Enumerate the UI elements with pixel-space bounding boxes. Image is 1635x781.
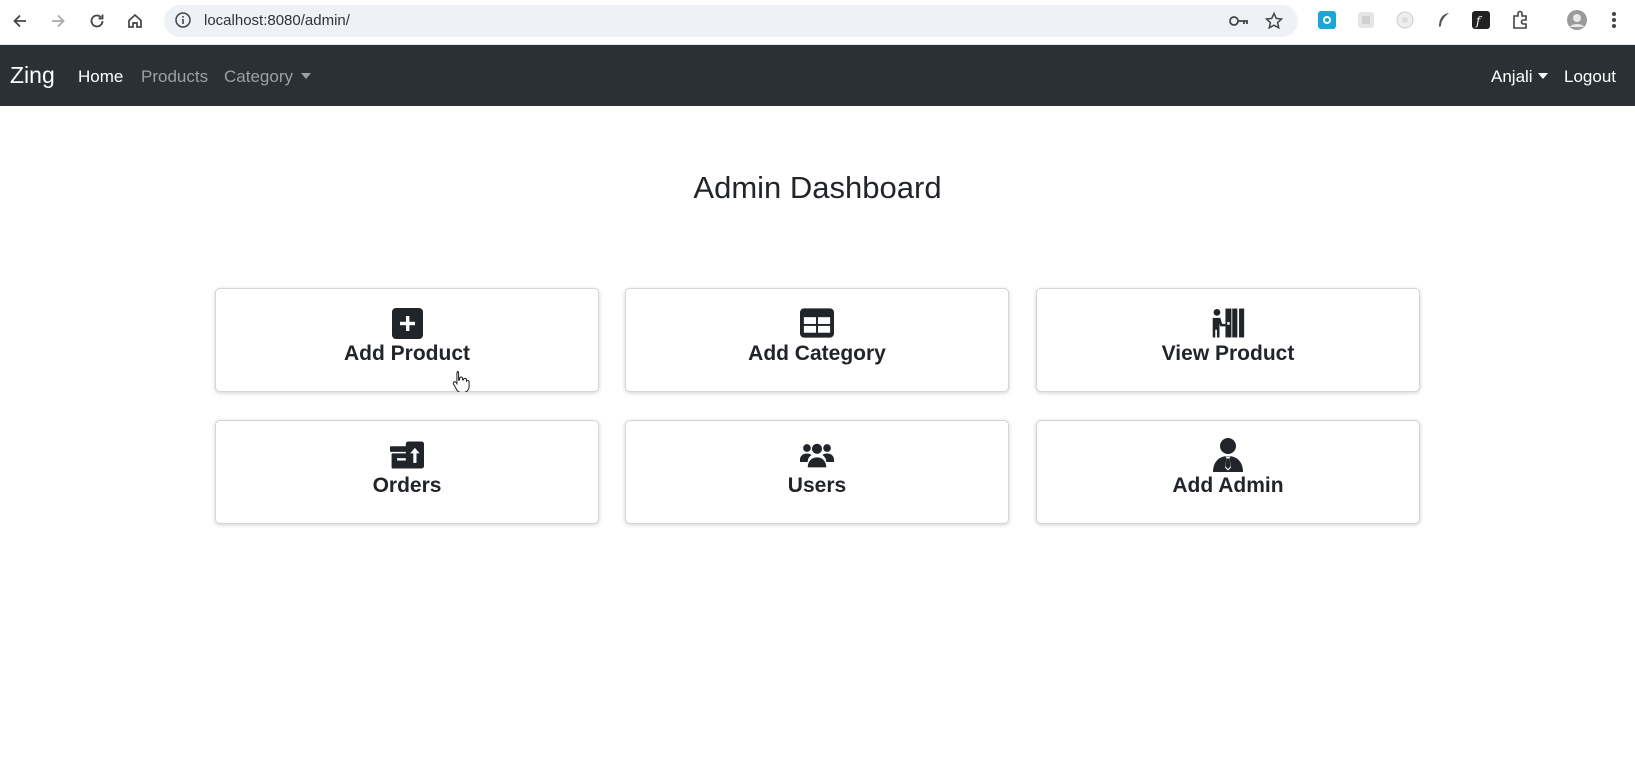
users-card[interactable]: Users: [625, 420, 1009, 524]
hand-cursor-icon: [452, 370, 470, 397]
archive-box-icon: [390, 439, 424, 471]
view-product-card[interactable]: View Product: [1036, 288, 1420, 392]
extensions-puzzle-icon[interactable]: [1509, 9, 1531, 31]
card-label: Orders: [372, 474, 442, 497]
reload-icon[interactable]: [83, 7, 111, 35]
address-bar[interactable]: localhost:8080/admin/: [164, 5, 1298, 37]
nav-category-dropdown[interactable]: Category: [224, 67, 311, 87]
person-shelf-icon: [1211, 307, 1245, 339]
password-key-icon[interactable]: [1228, 11, 1250, 36]
chevron-down-icon: [1537, 73, 1548, 79]
browser-toolbar: localhost:8080/admin/ f: [0, 0, 1635, 45]
users-group-icon: [800, 439, 834, 471]
user-name: Anjali: [1491, 67, 1533, 86]
forward-icon[interactable]: [44, 7, 72, 35]
back-icon[interactable]: [6, 7, 34, 35]
page-title: Admin Dashboard: [693, 170, 942, 205]
top-navbar: Zing Home Products Category Anjali Logou…: [0, 45, 1635, 106]
card-label: Users: [787, 474, 847, 497]
nav-category-label: Category: [224, 67, 293, 86]
extension-feather-icon[interactable]: [1433, 9, 1455, 31]
browser-menu-icon[interactable]: [1603, 9, 1625, 31]
user-dropdown[interactable]: Anjali: [1491, 67, 1548, 87]
card-label: Add Category: [748, 342, 886, 365]
card-label: View Product: [1161, 342, 1295, 365]
extension-function-icon[interactable]: f: [1470, 9, 1492, 31]
extension-screen-icon[interactable]: [1316, 9, 1338, 31]
brand-logo[interactable]: Zing: [10, 62, 55, 89]
orders-card[interactable]: Orders: [215, 420, 599, 524]
card-label: Add Product: [344, 342, 470, 365]
add-admin-card[interactable]: Add Admin: [1036, 420, 1420, 524]
add-product-card[interactable]: Add Product: [215, 288, 599, 392]
site-info-icon[interactable]: [174, 11, 192, 34]
url-text[interactable]: localhost:8080/admin/: [204, 12, 350, 29]
card-label: Add Admin: [1172, 474, 1284, 497]
bookmark-star-icon[interactable]: [1264, 11, 1284, 36]
table-grid-icon: [800, 307, 834, 339]
home-icon[interactable]: [121, 7, 149, 35]
extension-circle-icon[interactable]: [1394, 9, 1416, 31]
logout-link[interactable]: Logout: [1564, 67, 1616, 87]
admin-person-icon: [1211, 438, 1245, 472]
nav-products-link[interactable]: Products: [141, 67, 208, 87]
plus-square-icon: [390, 307, 424, 339]
extension-grey-icon[interactable]: [1355, 9, 1377, 31]
profile-avatar[interactable]: [1566, 9, 1588, 31]
nav-home-link[interactable]: Home: [78, 67, 123, 87]
chevron-down-icon: [300, 73, 311, 79]
add-category-card[interactable]: Add Category: [625, 288, 1009, 392]
